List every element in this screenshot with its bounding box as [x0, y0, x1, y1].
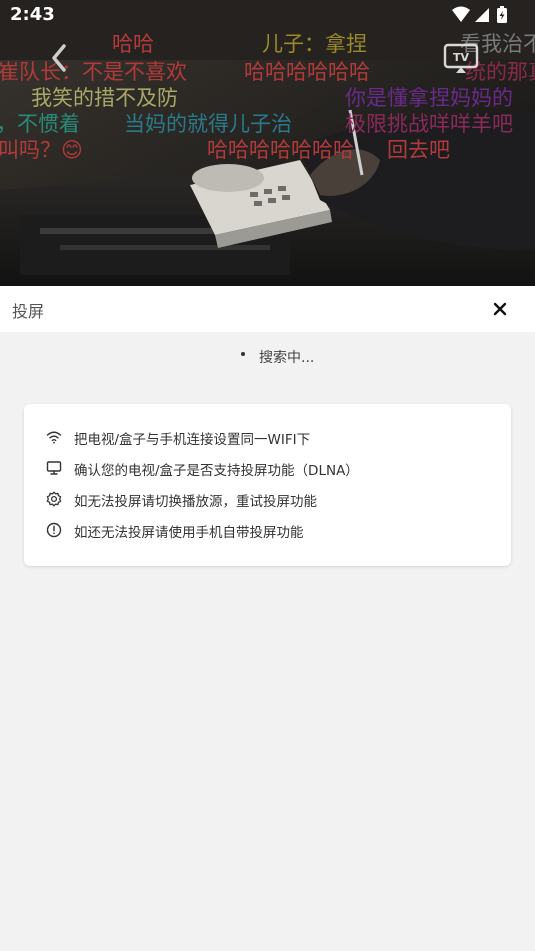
- wifi-signal-icon: [452, 6, 470, 22]
- cast-tv-button[interactable]: TV: [443, 43, 479, 75]
- close-button[interactable]: [490, 299, 510, 319]
- cast-panel-title: 投屏: [12, 302, 45, 321]
- close-icon: [493, 302, 507, 316]
- loading-indicator: [241, 352, 245, 356]
- cast-panel-header: 投屏: [0, 286, 535, 332]
- danmaku-comment: 回去吧: [387, 138, 450, 162]
- status-time: 2:43: [10, 4, 55, 25]
- searching-status: 搜索中...: [0, 346, 535, 368]
- video-player[interactable]: 2:43 TV 哈哈 儿子：拿捏 看我治不 崔队长：不是不喜欢 哈哈哈哈哈哈 统…: [0, 0, 535, 286]
- tip-text: 如无法投屏请切换播放源，重试投屏功能: [74, 494, 317, 510]
- tip-item: 如还无法投屏请使用手机自带投屏功能: [46, 519, 486, 541]
- tip-item: 如无法投屏请切换播放源，重试投屏功能: [46, 488, 486, 510]
- tip-item: 确认您的电视/盒子是否支持投屏功能（DLNA）: [46, 457, 486, 479]
- danmaku-comment: 儿子：拿捏: [262, 32, 367, 56]
- status-icons: [451, 6, 513, 28]
- searching-text: 搜索中...: [259, 350, 315, 366]
- gear-icon: [46, 491, 62, 507]
- info-icon: [46, 522, 62, 538]
- chevron-left-icon: [52, 44, 66, 72]
- tip-text: 把电视/盒子与手机连接设置同一WIFI下: [74, 432, 311, 448]
- danmaku-comment: 叫吗？😊: [0, 138, 83, 162]
- danmaku-comment: 哈哈: [112, 32, 154, 56]
- cast-tips-card: 把电视/盒子与手机连接设置同一WIFI下 确认您的电视/盒子是否支持投屏功能（D…: [24, 404, 511, 566]
- status-bar: 2:43: [0, 0, 535, 30]
- wifi-icon: [46, 429, 62, 445]
- battery-icon: [497, 6, 507, 23]
- tip-text: 如还无法投屏请使用手机自带投屏功能: [74, 525, 304, 541]
- tip-text: 确认您的电视/盒子是否支持投屏功能（DLNA）: [74, 463, 359, 479]
- danmaku-comment: 哈哈哈哈哈哈哈: [207, 138, 354, 162]
- monitor-icon: [46, 460, 62, 476]
- tv-cast-icon: TV: [443, 43, 479, 73]
- back-button[interactable]: [44, 40, 74, 76]
- cell-signal-icon: [475, 8, 489, 22]
- svg-text:TV: TV: [453, 51, 470, 64]
- tip-item: 把电视/盒子与手机连接设置同一WIFI下: [46, 426, 486, 448]
